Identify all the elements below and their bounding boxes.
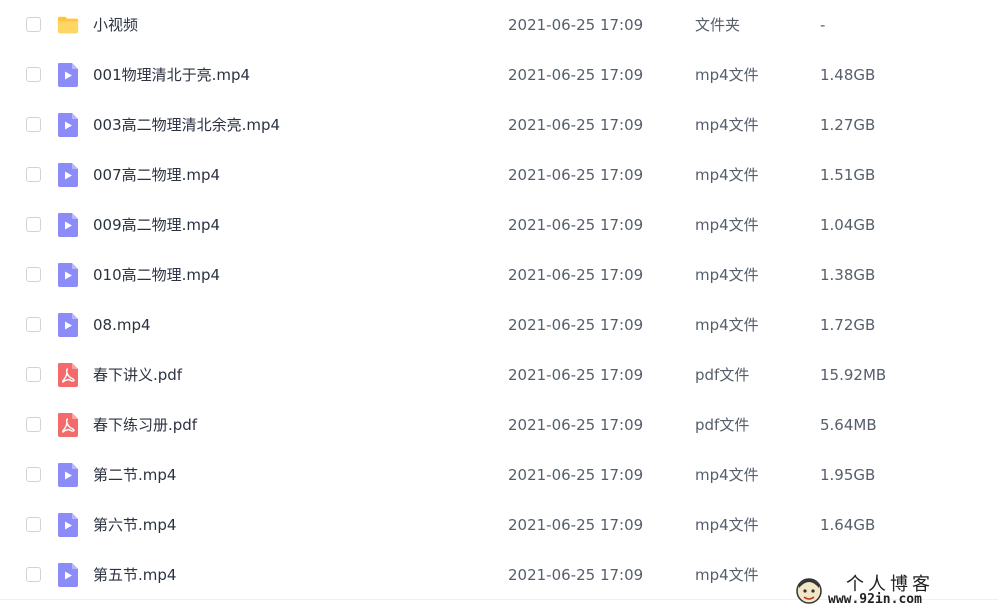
file-date: 2021-06-25 17:09 [508,116,644,134]
folder-icon [57,16,79,34]
file-row[interactable]: 009高二物理.mp4 2021-06-25 17:09 mp4文件 1.04GB [0,200,990,250]
file-size: 1.04GB [820,216,876,234]
watermark: 个人博客 www.92in.com [794,570,984,610]
file-date: 2021-06-25 17:09 [508,516,644,534]
row-checkbox[interactable] [26,567,41,582]
file-size: 1.95GB [820,466,876,484]
file-date: 2021-06-25 17:09 [508,466,644,484]
file-row[interactable]: 第二节.mp4 2021-06-25 17:09 mp4文件 1.95GB [0,450,990,500]
file-name[interactable]: 小视频 [93,14,138,36]
file-name[interactable]: 003高二物理清北余亮.mp4 [93,114,280,136]
file-name[interactable]: 009高二物理.mp4 [93,214,220,236]
file-name[interactable]: 春下讲义.pdf [93,364,182,386]
file-size: 1.64GB [820,516,876,534]
video-file-icon [58,463,78,487]
row-checkbox[interactable] [26,17,41,32]
file-size: 15.92MB [820,366,887,384]
file-row[interactable]: 08.mp4 2021-06-25 17:09 mp4文件 1.72GB [0,300,990,350]
row-checkbox[interactable] [26,117,41,132]
video-file-icon [58,563,78,587]
file-type: mp4文件 [695,166,759,184]
file-type: mp4文件 [695,566,759,584]
video-file-icon [58,263,78,287]
file-name[interactable]: 08.mp4 [93,314,151,336]
file-date: 2021-06-25 17:09 [508,266,644,284]
file-name[interactable]: 001物理清北于亮.mp4 [93,64,250,86]
file-date: 2021-06-25 17:09 [508,166,644,184]
file-type: mp4文件 [695,116,759,134]
file-type: mp4文件 [695,516,759,534]
video-file-icon [58,63,78,87]
file-list: 小视频 2021-06-25 17:09 文件夹 - 001物理清北于亮.mp4 2021… [0,0,998,600]
file-name[interactable]: 第二节.mp4 [93,464,176,486]
file-name[interactable]: 007高二物理.mp4 [93,164,220,186]
file-size: 5.64MB [820,416,877,434]
row-checkbox[interactable] [26,517,41,532]
file-type: mp4文件 [695,216,759,234]
file-size: 1.48GB [820,66,876,84]
file-size: 1.27GB [820,116,876,134]
file-date: 2021-06-25 17:09 [508,566,644,584]
file-type: 文件夹 [695,16,741,34]
file-row[interactable]: 第六节.mp4 2021-06-25 17:09 mp4文件 1.64GB [0,500,990,550]
file-name[interactable]: 春下练习册.pdf [93,414,197,436]
file-name[interactable]: 第六节.mp4 [93,514,176,536]
watermark-avatar-icon [796,578,822,604]
file-size: - [820,16,826,34]
file-date: 2021-06-25 17:09 [508,16,644,34]
file-date: 2021-06-25 17:09 [508,366,644,384]
file-row[interactable]: 003高二物理清北余亮.mp4 2021-06-25 17:09 mp4文件 1.27… [0,100,990,150]
file-type: mp4文件 [695,466,759,484]
row-checkbox[interactable] [26,367,41,382]
video-file-icon [58,163,78,187]
file-date: 2021-06-25 17:09 [508,66,644,84]
file-row[interactable]: 小视频 2021-06-25 17:09 文件夹 - [0,0,990,50]
file-size: 1.72GB [820,316,876,334]
pdf-file-icon [58,413,78,437]
row-checkbox[interactable] [26,217,41,232]
file-type: pdf文件 [695,416,750,434]
video-file-icon [58,113,78,137]
row-checkbox[interactable] [26,417,41,432]
video-file-icon [58,213,78,237]
file-row[interactable]: 010高二物理.mp4 2021-06-25 17:09 mp4文件 1.38GB [0,250,990,300]
watermark-url: www.92in.com [828,592,922,607]
file-row[interactable]: 001物理清北于亮.mp4 2021-06-25 17:09 mp4文件 1.48GB [0,50,990,100]
file-name[interactable]: 第五节.mp4 [93,564,176,586]
file-name[interactable]: 010高二物理.mp4 [93,264,220,286]
file-date: 2021-06-25 17:09 [508,216,644,234]
file-row[interactable]: 春下练习册.pdf 2021-06-25 17:09 pdf文件 5.64MB [0,400,990,450]
file-type: mp4文件 [695,66,759,84]
file-size: 1.38GB [820,266,876,284]
video-file-icon [58,313,78,337]
file-type: pdf文件 [695,366,750,384]
row-checkbox[interactable] [26,167,41,182]
file-size: 1.51GB [820,166,876,184]
file-type: mp4文件 [695,266,759,284]
file-row[interactable]: 春下讲义.pdf 2021-06-25 17:09 pdf文件 15.92MB [0,350,990,400]
row-checkbox[interactable] [26,317,41,332]
row-checkbox[interactable] [26,267,41,282]
file-date: 2021-06-25 17:09 [508,316,644,334]
video-file-icon [58,513,78,537]
pdf-file-icon [58,363,78,387]
file-row[interactable]: 007高二物理.mp4 2021-06-25 17:09 mp4文件 1.51GB [0,150,990,200]
row-checkbox[interactable] [26,67,41,82]
file-date: 2021-06-25 17:09 [508,416,644,434]
row-checkbox[interactable] [26,467,41,482]
file-type: mp4文件 [695,316,759,334]
